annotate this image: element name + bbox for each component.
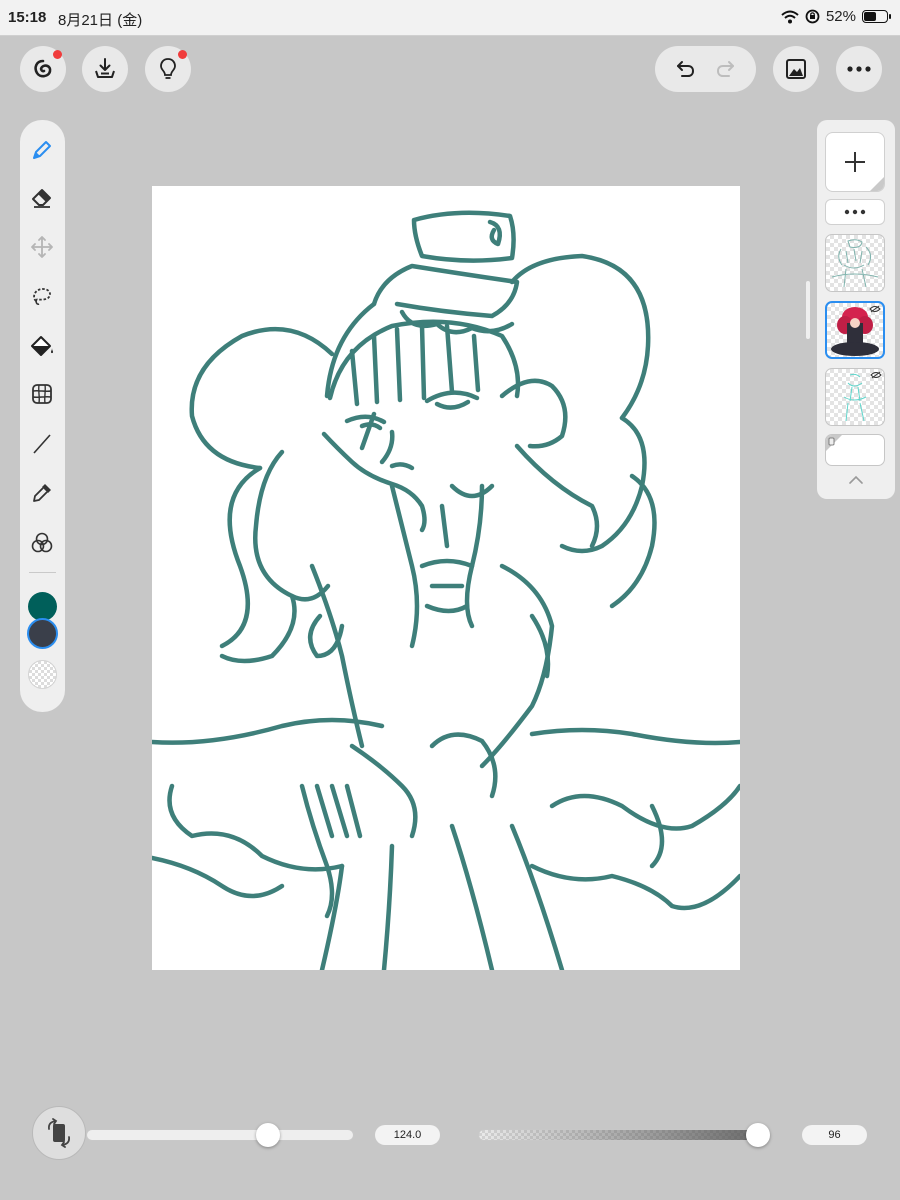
eyedropper-icon — [33, 484, 51, 502]
redo-icon — [716, 61, 734, 77]
more-dots-icon — [847, 66, 871, 72]
secondary-color-swatch[interactable] — [27, 618, 58, 649]
status-bar: 15:18 8月21日 (金) 52% — [0, 0, 900, 36]
pen-icon — [33, 141, 51, 159]
hidden-eye-icon — [870, 371, 882, 379]
transparent-color-swatch[interactable] — [28, 660, 57, 689]
drawing-canvas[interactable] — [152, 186, 740, 970]
more-menu-button[interactable] — [836, 46, 882, 92]
brush-opacity-value[interactable]: 96 — [802, 1125, 867, 1145]
tray-download-icon — [95, 58, 115, 78]
blend-circles-icon — [31, 532, 53, 553]
hidden-eye-icon — [869, 305, 881, 313]
layer-sketch-preview — [831, 239, 879, 288]
sketch-drawing — [152, 210, 740, 970]
wifi-icon — [781, 10, 799, 23]
brush-size-value[interactable]: 124.0 — [375, 1125, 440, 1145]
blend-tool[interactable] — [27, 528, 57, 558]
notification-dot — [178, 50, 187, 59]
layer-thumbnail-2-selected[interactable] — [825, 301, 885, 359]
plus-icon — [845, 152, 865, 172]
toolbar-divider — [29, 572, 56, 573]
layer-options-button[interactable] — [825, 199, 885, 225]
swirl-icon — [34, 59, 52, 78]
brush-size-slider[interactable] — [86, 1129, 354, 1141]
brush-size-slider-knob[interactable] — [256, 1123, 281, 1147]
status-right: 52% — [781, 8, 891, 25]
import-save-button[interactable] — [82, 46, 128, 92]
transform-tool[interactable] — [27, 379, 57, 409]
orientation-lock-icon — [805, 9, 820, 24]
undo-icon — [677, 61, 695, 77]
line-tool[interactable] — [27, 429, 57, 459]
line-icon — [33, 434, 51, 454]
lightbulb-icon — [160, 58, 176, 79]
rotate-device-icon — [47, 1118, 71, 1148]
tool-palette — [20, 120, 65, 712]
status-time: 15:18 — [8, 9, 47, 26]
layers-scroll-indicator[interactable] — [806, 281, 810, 339]
grid-transform-icon — [32, 384, 52, 404]
paper-corner-icon — [826, 435, 842, 451]
layer-thumbnail-1[interactable] — [825, 234, 885, 292]
eyedropper-tool[interactable] — [27, 478, 57, 508]
notification-dot — [53, 50, 62, 59]
canvas-image-button[interactable] — [773, 46, 819, 92]
pen-tool[interactable] — [27, 135, 57, 165]
hint-button[interactable] — [145, 46, 191, 92]
lasso-tool[interactable] — [27, 281, 57, 311]
canvas-rotate-button[interactable] — [32, 1106, 86, 1160]
paint-bucket-icon — [31, 336, 53, 356]
layer-menu-corner — [870, 177, 884, 191]
move-tool[interactable] — [27, 232, 57, 262]
battery-percent: 52% — [825, 8, 856, 25]
gallery-button[interactable] — [20, 46, 66, 92]
eraser-tool[interactable] — [27, 183, 57, 213]
eraser-icon — [32, 189, 51, 208]
redo-button[interactable] — [708, 51, 744, 87]
primary-color-swatch[interactable] — [28, 592, 57, 621]
more-dots-icon — [844, 209, 866, 215]
background-layer[interactable] — [825, 434, 885, 466]
fill-tool[interactable] — [27, 331, 57, 361]
add-layer-button[interactable] — [825, 132, 885, 192]
status-date: 8月21日 (金) — [58, 12, 143, 29]
image-icon — [786, 59, 806, 79]
move-arrows-icon — [31, 236, 53, 258]
lasso-icon — [33, 288, 51, 305]
undo-button[interactable] — [667, 51, 703, 87]
layers-panel — [817, 120, 895, 499]
layer-thumbnail-3[interactable] — [825, 368, 885, 426]
battery-icon — [862, 10, 891, 23]
collapse-layers-button[interactable] — [845, 472, 867, 488]
brush-opacity-slider[interactable] — [478, 1129, 770, 1141]
undo-redo-group — [655, 46, 756, 92]
brush-opacity-slider-knob[interactable] — [746, 1123, 771, 1147]
chevron-up-icon — [849, 475, 863, 484]
